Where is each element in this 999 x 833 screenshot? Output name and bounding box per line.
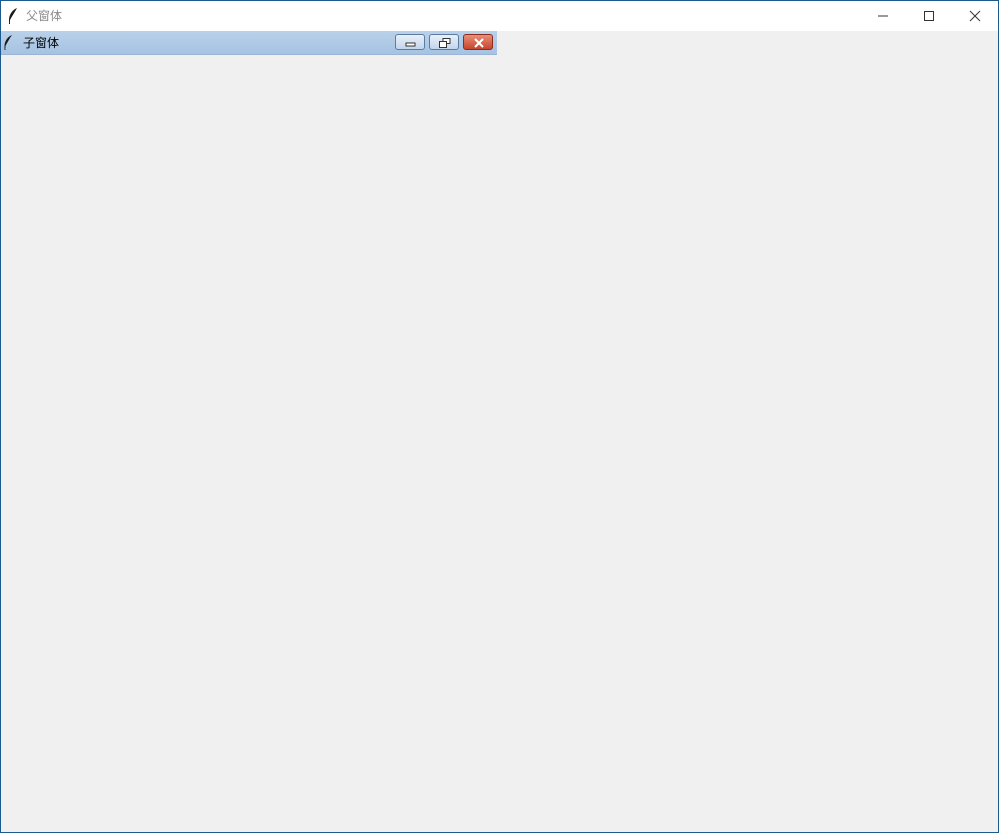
window-title: 父窗体 (26, 9, 63, 23)
close-button[interactable] (952, 1, 998, 31)
child-minimize-button[interactable] (395, 34, 425, 50)
maximize-icon (924, 11, 934, 21)
parent-titlebar[interactable]: 父窗体 (1, 1, 998, 31)
child-restore-button[interactable] (429, 34, 459, 50)
child-window-title: 子窗体 (23, 36, 60, 50)
parent-window: 父窗体 子窗体 (0, 0, 999, 833)
minimize-button[interactable] (860, 1, 906, 31)
child-window-titlebar[interactable]: 子窗体 (1, 31, 497, 55)
close-icon (969, 10, 981, 22)
restore-icon (439, 38, 451, 48)
client-area: 子窗体 (1, 31, 998, 832)
close-icon (474, 38, 484, 48)
maximize-button[interactable] (906, 1, 952, 31)
feather-icon (7, 7, 19, 25)
minimize-icon (405, 42, 416, 47)
feather-icon (3, 34, 13, 51)
minimize-icon (878, 15, 888, 17)
child-close-button[interactable] (463, 34, 493, 50)
